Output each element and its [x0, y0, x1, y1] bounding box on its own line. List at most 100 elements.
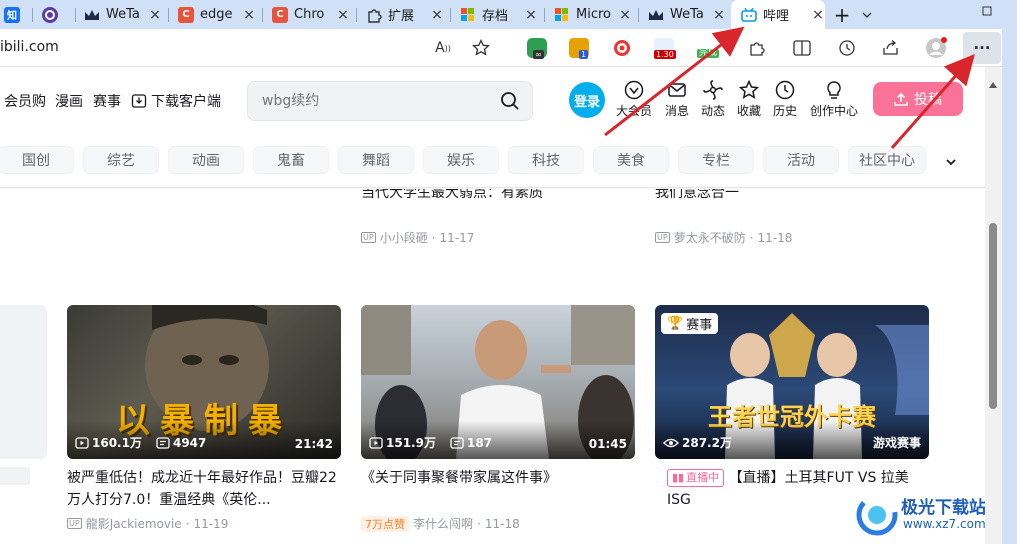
share-icon[interactable] — [880, 37, 902, 59]
video-thumbnail[interactable]: 🏆 赛事 王者世冠外卡赛 287.2万 游戏赛事 — [655, 305, 929, 459]
download-icon — [131, 94, 147, 108]
zhihu-icon: 知 — [4, 6, 20, 23]
profile-avatar-icon[interactable] — [925, 37, 947, 59]
tab-zhihu[interactable]: 知 — [4, 2, 26, 27]
author[interactable]: 李什么闯啊 — [413, 515, 473, 532]
eye-icon — [663, 438, 679, 447]
c-logo-icon: C — [178, 6, 194, 23]
upload-button[interactable]: 投稿 — [873, 82, 963, 116]
video-title[interactable]: 《关于同事聚餐带家属这件事》 — [361, 467, 635, 489]
tab-wetab-2[interactable]: WeTa × — [648, 2, 726, 27]
category-food[interactable]: 美食 — [593, 146, 669, 174]
tab-label: edge — [200, 7, 233, 22]
search-box — [247, 81, 533, 121]
tab-bilibili-active[interactable]: 哔哩 × — [731, 0, 825, 29]
close-icon[interactable]: × — [430, 7, 444, 23]
tab-microsoft[interactable]: Micro × — [554, 2, 632, 27]
category-bar: 国创 综艺 动画 鬼畜 舞蹈 娱乐 科技 美食 专栏 活动 社区中心 — [0, 132, 985, 188]
video-title[interactable]: 当代大学生最大弱点：有素质 — [361, 189, 543, 204]
login-button[interactable]: 登录 — [569, 82, 605, 118]
window-restore-icon[interactable] — [982, 0, 996, 23]
category-guochuang[interactable]: 国创 — [0, 146, 74, 174]
tab-circle[interactable] — [42, 2, 64, 27]
close-icon[interactable]: × — [148, 7, 162, 23]
nav-vip-shop[interactable]: 会员购 — [4, 91, 46, 111]
category-dance[interactable]: 舞蹈 — [338, 146, 414, 174]
close-icon[interactable]: × — [336, 7, 350, 23]
tab-label: WeTa — [670, 7, 704, 22]
watermark-text: 极光下载站 — [901, 498, 985, 518]
tab-edge-search[interactable]: C edge × — [178, 2, 256, 27]
up-badge-icon: UP — [361, 232, 376, 243]
watermark-swirl-icon — [856, 494, 898, 536]
page-scrollbar[interactable] — [985, 67, 1002, 544]
history-icon — [775, 80, 795, 100]
scrollbar-thumb[interactable] — [989, 223, 997, 409]
close-icon[interactable]: × — [618, 7, 632, 23]
category-events[interactable]: 活动 — [763, 146, 839, 174]
category-variety[interactable]: 综艺 — [83, 146, 159, 174]
video-thumbnail[interactable]: 以暴制暴 160.1万 4947 21:42 — [67, 305, 341, 459]
header-vip[interactable]: 大会员 — [612, 78, 656, 122]
author[interactable]: 萝太永不破防 — [674, 229, 746, 246]
tab-label: 哔哩 — [763, 9, 790, 24]
tab-extensions[interactable]: 扩展 × — [366, 2, 444, 27]
tab-label: 存档 — [482, 9, 509, 24]
video-title[interactable]: 被严重低估！成龙近十年最好作品！豆瓣22万人打分7.0！重温经典《英伦... — [67, 467, 341, 511]
video-info: 7万点赞 李什么闯啊 · 11-18 — [361, 515, 520, 532]
date: 11-19 — [193, 516, 229, 531]
url-text[interactable]: ibili.com — [0, 39, 59, 55]
scroll-up-icon[interactable] — [989, 73, 997, 92]
extension-translate-icon[interactable]: 1 — [569, 38, 589, 59]
category-column[interactable]: 专栏 — [678, 146, 754, 174]
video-thumbnail[interactable]: 151.9万 187 01:45 — [361, 305, 635, 459]
extension-done-icon[interactable]: 完成 — [697, 38, 721, 58]
close-icon[interactable]: × — [712, 7, 726, 23]
search-icon[interactable] — [500, 91, 520, 111]
category-tech[interactable]: 科技 — [508, 146, 584, 174]
up-badge-icon: UP — [67, 518, 82, 529]
close-icon[interactable]: × — [811, 7, 825, 23]
category-community[interactable]: 社区中心 — [848, 146, 926, 174]
nav-esports[interactable]: 赛事 — [93, 91, 121, 111]
author[interactable]: 龍影Jackiemovie — [86, 515, 182, 532]
crown-icon — [648, 7, 664, 23]
category-entertainment[interactable]: 娱乐 — [423, 146, 499, 174]
favorite-star-icon[interactable] — [470, 37, 492, 59]
search-input[interactable] — [262, 91, 492, 111]
c-logo-icon: C — [272, 6, 288, 23]
watermark-url: www.xz7.com — [903, 517, 985, 531]
danmaku-icon — [450, 436, 464, 449]
extensions-puzzle-icon[interactable] — [746, 37, 768, 59]
clipped-card-thumb[interactable] — [0, 305, 47, 459]
category-kichiku[interactable]: 鬼畜 — [253, 146, 329, 174]
header-vip-label: 大会员 — [615, 104, 652, 118]
video-title[interactable]: 我们意念合一 — [655, 189, 739, 204]
circle-target-icon — [42, 6, 58, 23]
new-tab-button[interactable]: + — [834, 2, 850, 27]
read-aloud-icon[interactable]: A)) — [432, 37, 454, 59]
more-options-button[interactable]: ··· — [963, 32, 1001, 64]
vip-icon — [624, 80, 644, 100]
header-creator-center[interactable]: 创作中心 — [806, 78, 862, 122]
tab-wetab-1[interactable]: WeTa × — [84, 2, 162, 27]
tab-list-chevron-icon[interactable] — [860, 2, 874, 27]
nav-download-client[interactable]: 下载客户端 — [131, 91, 221, 111]
extension-shield-icon[interactable]: ∞ — [527, 38, 547, 59]
header-history[interactable]: 历史 — [763, 78, 807, 122]
nav-manga[interactable]: 漫画 — [55, 91, 83, 111]
upload-icon — [894, 92, 908, 106]
tab-archive[interactable]: 存档 × — [460, 2, 538, 27]
chevron-down-icon[interactable] — [944, 154, 958, 168]
close-icon[interactable]: × — [524, 7, 538, 23]
extension-video-icon[interactable]: 1.30 — [654, 38, 676, 59]
history-icon[interactable] — [836, 37, 858, 59]
extension-target-icon[interactable] — [612, 38, 632, 58]
close-icon[interactable]: × — [242, 7, 256, 23]
play-count-icon — [75, 436, 89, 449]
tab-chrome-search[interactable]: C Chro × — [272, 2, 350, 27]
author[interactable]: 小小段砸 — [380, 229, 428, 246]
category-anime[interactable]: 动画 — [168, 146, 244, 174]
view-count: 151.9万 — [386, 436, 436, 450]
split-screen-icon[interactable] — [791, 37, 813, 59]
